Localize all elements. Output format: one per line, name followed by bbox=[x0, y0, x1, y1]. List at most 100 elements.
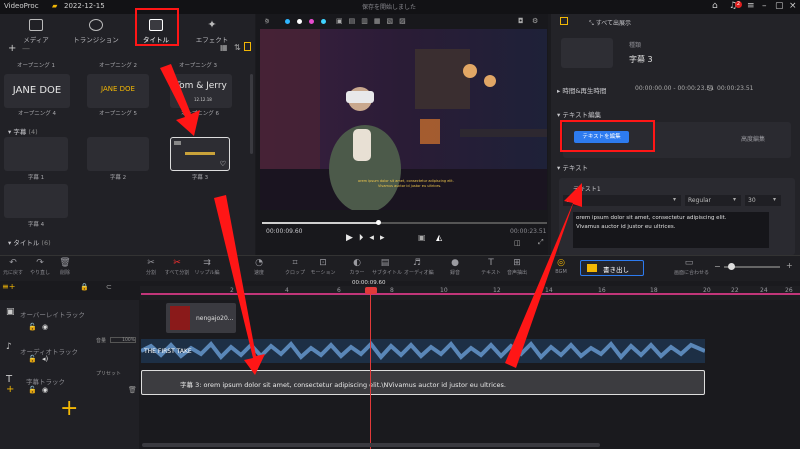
toolbar-icon[interactable]: ⟄ bbox=[265, 17, 269, 26]
lock-icon[interactable]: 🔓 bbox=[28, 355, 37, 363]
zoom-in-icon[interactable]: + bbox=[786, 261, 793, 270]
playhead-line bbox=[370, 294, 371, 449]
lock-icon[interactable]: 🔓 bbox=[28, 386, 37, 394]
color-dot[interactable] bbox=[285, 19, 290, 24]
voice-extract-button[interactable]: ⊞ 音声抽出 bbox=[504, 258, 530, 276]
panel-toggle-icon[interactable] bbox=[244, 42, 251, 51]
section-text-edit[interactable]: ▾ テキスト編集 bbox=[557, 109, 601, 119]
title-thumb-opening-4[interactable]: JANE DOE bbox=[4, 74, 70, 108]
app-name[interactable]: VideoProc bbox=[4, 2, 39, 10]
tab-effect[interactable]: ✦ エフェクト bbox=[184, 17, 240, 53]
crop-button[interactable]: ⌗ クロップ bbox=[282, 258, 308, 276]
record-button[interactable]: ● 録音 bbox=[442, 258, 468, 276]
title-thumb-opening-5[interactable]: JANE DOE bbox=[87, 74, 149, 108]
add-icon[interactable]: + bbox=[8, 43, 16, 54]
settings-icon[interactable]: ⚙ bbox=[532, 17, 538, 25]
overlay-clip[interactable]: nengajo20... bbox=[166, 303, 236, 333]
export-button[interactable]: 書き出し bbox=[580, 260, 644, 276]
preview-tool-icons[interactable]: ▣▤▥▦▧▨ bbox=[336, 17, 412, 25]
delete-button[interactable]: 🗑 削除 bbox=[52, 258, 78, 276]
undo-button[interactable]: ↶ 元に戻す bbox=[0, 258, 26, 276]
seek-bar[interactable] bbox=[262, 220, 547, 225]
media-icon bbox=[29, 19, 43, 31]
text-content-field[interactable]: orem ipsum dolor sit amet, consectetur a… bbox=[573, 212, 769, 248]
trash-icon[interactable]: 🗑 bbox=[128, 386, 137, 394]
text-item-label[interactable]: テキスト1 bbox=[573, 184, 601, 193]
favorite-icon[interactable]: ♡ bbox=[220, 160, 226, 168]
scrollbar[interactable] bbox=[250, 74, 253, 154]
add-track-icon[interactable]: ≡+ bbox=[2, 282, 15, 291]
subtitle-thumb-4[interactable] bbox=[4, 184, 68, 218]
volume-field[interactable]: 100% bbox=[110, 337, 136, 343]
color-button[interactable]: ◐ カラー bbox=[344, 258, 370, 276]
panel-toggle-icon[interactable] bbox=[560, 17, 568, 25]
lock-icon[interactable]: 🔓 bbox=[28, 323, 37, 331]
color-dot[interactable] bbox=[321, 19, 326, 24]
expand-icon[interactable]: ⤢ bbox=[538, 238, 544, 247]
fullscreen-icon[interactable]: ▣ bbox=[418, 233, 426, 242]
audio-edit-button[interactable]: ♬ オーディオ編 bbox=[404, 258, 434, 276]
add-icon[interactable]: + bbox=[6, 384, 14, 395]
speaker-icon[interactable]: ◂) bbox=[42, 355, 48, 363]
section-subtitles[interactable]: ▾ 字幕 (4) bbox=[8, 126, 38, 136]
motion-button[interactable]: ⊡ モーション bbox=[310, 258, 336, 276]
grid-view-icon[interactable]: ▦ bbox=[220, 43, 228, 52]
minimize-icon[interactable]: – bbox=[762, 1, 767, 11]
audio-clip[interactable]: THE FIRST TAKE bbox=[141, 339, 705, 363]
add-track-plus-icon[interactable]: + bbox=[60, 398, 78, 420]
speed-icon: ◔ bbox=[255, 258, 263, 268]
snapshot-icon[interactable]: ◫ bbox=[514, 239, 521, 247]
volume-icon[interactable]: ◭ bbox=[436, 233, 442, 242]
text-button[interactable]: T テキスト bbox=[478, 258, 504, 276]
zoom-slider[interactable] bbox=[724, 263, 780, 270]
snapshot-icon[interactable]: ◘ bbox=[518, 17, 524, 25]
subtitle-thumb-2[interactable] bbox=[87, 137, 149, 171]
menu-icon[interactable]: ≡ bbox=[747, 1, 755, 11]
eye-icon[interactable]: ◉ bbox=[42, 323, 48, 331]
tab-transition[interactable]: トランジション bbox=[68, 17, 124, 53]
timeline-scrollbar[interactable] bbox=[142, 443, 600, 447]
tab-media[interactable]: メディア bbox=[8, 17, 64, 53]
subtitle-thumb-1[interactable] bbox=[4, 137, 68, 171]
work-area-bar[interactable] bbox=[141, 293, 800, 295]
thumb-caption: 字幕 3 bbox=[191, 175, 209, 181]
remove-icon[interactable]: — bbox=[22, 44, 30, 53]
section-titles[interactable]: ▾ タイトル (6) bbox=[8, 237, 51, 247]
show-all-link[interactable]: ⤡ すべて出展示 bbox=[589, 18, 631, 28]
home-icon[interactable]: ⌂ bbox=[712, 1, 718, 11]
font-family-select[interactable]: d bbox=[563, 195, 681, 206]
subtitle-style[interactable]: プリセット bbox=[96, 370, 121, 377]
maximize-icon[interactable]: ▢ bbox=[775, 1, 784, 11]
fit-screen-button[interactable]: ▭ 画面に合わせる bbox=[674, 258, 709, 276]
split-all-button[interactable]: ✂ すべて分割 bbox=[164, 258, 190, 276]
sort-icon[interactable]: ⇅ bbox=[234, 43, 241, 52]
time-range: 00:00:00.00 - 00:00:23.51 bbox=[635, 85, 714, 92]
color-dot[interactable] bbox=[309, 19, 314, 24]
eye-icon[interactable]: ◉ bbox=[42, 386, 48, 394]
fit-icon: ▭ bbox=[684, 258, 694, 268]
color-dot[interactable] bbox=[297, 19, 302, 24]
playback-controls[interactable]: ▶⏵◂▸ bbox=[346, 233, 390, 243]
subtitle-button[interactable]: ▤ サブタイトル bbox=[372, 258, 402, 276]
zoom-handle[interactable] bbox=[728, 263, 735, 270]
section-text[interactable]: ▾ テキスト bbox=[557, 162, 588, 172]
controller bbox=[353, 129, 371, 161]
split-button[interactable]: ✂ 分割 bbox=[138, 258, 164, 276]
subtitle-clip[interactable]: 字幕 3: orem ipsum dolor sit amet, consect… bbox=[141, 370, 705, 395]
link-icon[interactable]: ⊂ bbox=[106, 283, 112, 291]
redo-button[interactable]: ↷ やり直し bbox=[27, 258, 53, 276]
close-icon[interactable]: × bbox=[789, 1, 797, 11]
bgm-button[interactable]: ◎ BGM bbox=[548, 258, 574, 275]
video-preview[interactable]: orem ipsum dolor sit amet, consectetur a… bbox=[260, 29, 547, 210]
seek-handle[interactable] bbox=[376, 220, 381, 225]
ripple-button[interactable]: ⇉ リップル編 bbox=[194, 258, 220, 276]
speed-button[interactable]: ◔ 速度 bbox=[246, 258, 272, 276]
zoom-out-icon[interactable]: − bbox=[714, 262, 721, 271]
section-time[interactable]: ▸ 時間&再生時間 bbox=[557, 85, 606, 95]
title-thumb-opening-6[interactable]: Tom & Jerry 12.12.18 bbox=[170, 74, 232, 108]
subtitle-thumb-3[interactable]: ♡ bbox=[170, 137, 230, 171]
lock-icon[interactable]: 🔒 bbox=[80, 283, 89, 291]
playhead-handle[interactable] bbox=[365, 287, 377, 294]
thumb-caption: 字幕 4 bbox=[27, 222, 45, 228]
advanced-edit-button[interactable]: 高度編集 bbox=[741, 134, 765, 143]
